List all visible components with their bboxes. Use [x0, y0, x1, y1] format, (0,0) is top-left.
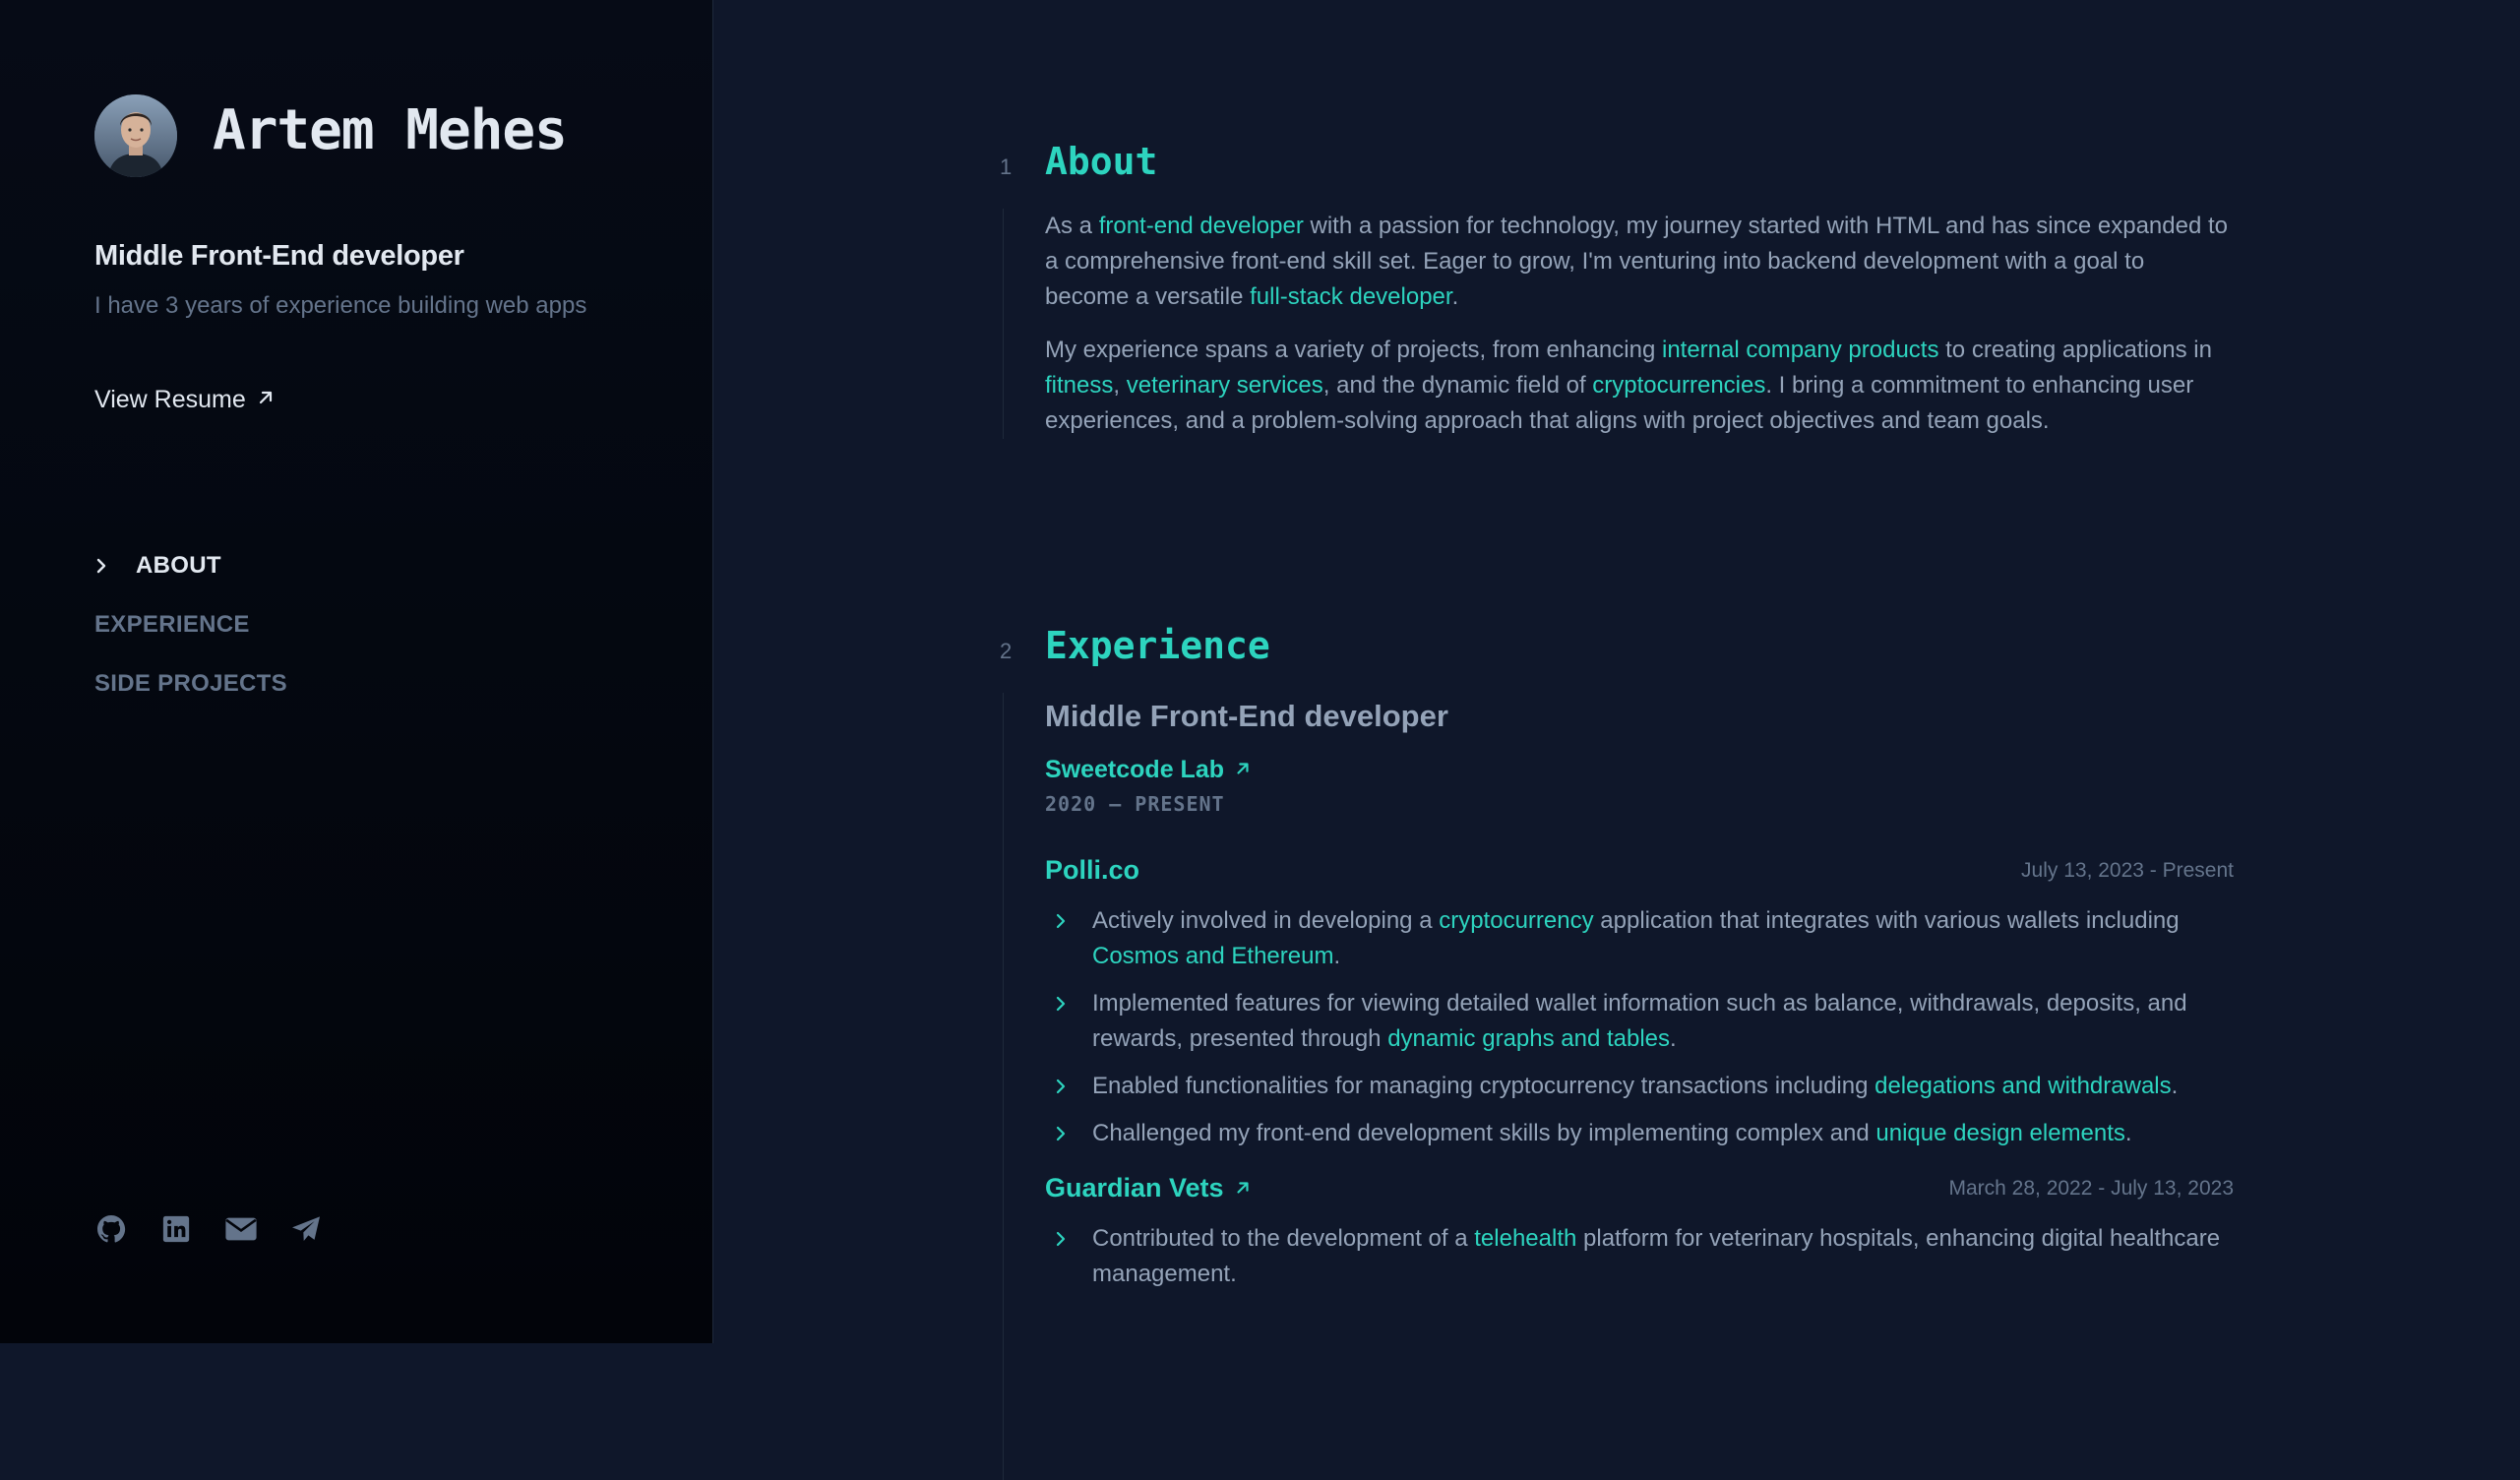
social-links [94, 1212, 323, 1246]
project-link[interactable]: Guardian Vets [1045, 1173, 1252, 1203]
text: Actively involved in developing a [1092, 907, 1440, 934]
arrow-up-right-icon [256, 386, 276, 414]
bullet-text: Enabled functionalities for managing cry… [1092, 1069, 2234, 1104]
text: to creating applications in [1938, 337, 2212, 363]
project-date: March 28, 2022 - July 13, 2023 [1948, 1176, 2234, 1200]
text: . [1451, 283, 1459, 310]
nav-item-label: EXPERIENCE [94, 611, 250, 638]
project-bullets: Actively involved in developing a crypto… [1045, 903, 2234, 1151]
nav-item-label: SIDE PROJECTS [94, 670, 287, 697]
bullet-text: Contributed to the development of a tele… [1092, 1221, 2234, 1292]
company-name: Sweetcode Lab [1045, 756, 1224, 783]
job-title: Middle Front-End developer [1045, 699, 1448, 733]
sidebar-tagline: I have 3 years of experience building we… [94, 292, 587, 319]
github-icon[interactable] [94, 1212, 128, 1246]
chevron-right-icon [94, 557, 114, 575]
highlight: fitness [1045, 372, 1114, 399]
highlight: cryptocurrencies [1592, 372, 1766, 399]
project-header: Polli.co July 13, 2023 - Present [1045, 855, 2234, 886]
chevron-right-icon [1045, 986, 1092, 1057]
project-name: Polli.co [1045, 855, 1140, 885]
experience-body: Middle Front-End developer Sweetcode Lab… [1003, 693, 2234, 1480]
section-number: 1 [1000, 154, 1013, 179]
project-bullets: Contributed to the development of a tele… [1045, 1221, 2234, 1292]
company-link[interactable]: Sweetcode Lab [1045, 756, 2234, 784]
highlight: dynamic graphs and tables [1387, 1025, 1671, 1052]
view-resume-label: View Resume [94, 386, 246, 413]
bullet-text: Implemented features for viewing detaile… [1092, 986, 2234, 1057]
telegram-icon[interactable] [289, 1212, 323, 1246]
sidebar-role: Middle Front-End developer [94, 240, 464, 272]
text: , and the dynamic field of [1322, 372, 1593, 399]
nav-item-about[interactable]: ABOUT [94, 536, 287, 595]
about-section: 1 About As a front-end developer with a … [1000, 140, 2234, 439]
chevron-right-icon [1045, 1221, 1092, 1292]
highlight: Cosmos and Ethereum [1092, 943, 1334, 969]
view-resume-link[interactable]: View Resume [94, 386, 276, 414]
text: . [1670, 1025, 1677, 1052]
list-item: Implemented features for viewing detaile… [1045, 986, 2234, 1057]
site-owner-name: Artem Mehes [213, 98, 568, 162]
text: , [1113, 372, 1127, 399]
project-name: Guardian Vets [1045, 1173, 1224, 1202]
avatar [94, 94, 177, 177]
arrow-up-right-icon [1234, 1173, 1252, 1203]
highlight: telehealth [1474, 1225, 1577, 1252]
bullet-text: Challenged my front-end development skil… [1092, 1116, 2234, 1151]
text: Challenged my front-end development skil… [1092, 1120, 1876, 1146]
chevron-right-icon [1045, 1069, 1092, 1104]
text: My experience spans a variety of project… [1045, 337, 1662, 363]
list-item: Contributed to the development of a tele… [1045, 1221, 2234, 1292]
about-body: As a front-end developer with a passion … [1003, 209, 2234, 439]
list-item: Enabled functionalities for managing cry… [1045, 1069, 2234, 1104]
section-nav: ABOUT EXPERIENCE SIDE PROJECTS [94, 536, 287, 713]
nav-item-side-projects[interactable]: SIDE PROJECTS [94, 654, 287, 713]
nav-item-experience[interactable]: EXPERIENCE [94, 595, 287, 654]
chevron-right-icon [1045, 903, 1092, 974]
highlight: full-stack developer [1250, 283, 1452, 310]
about-paragraph-1: As a front-end developer with a passion … [1045, 209, 2234, 315]
text: . [2171, 1073, 2179, 1099]
text: Contributed to the development of a [1092, 1225, 1475, 1252]
highlight: delegations and withdrawals [1875, 1073, 2172, 1099]
email-icon[interactable] [224, 1212, 258, 1246]
project-date: July 13, 2023 - Present [2021, 858, 2234, 882]
experience-heading: 2 Experience [1000, 624, 2234, 667]
list-item: Actively involved in developing a crypto… [1045, 903, 2234, 974]
bullet-text: Actively involved in developing a crypto… [1092, 903, 2234, 974]
text: application that integrates with various… [1593, 907, 2180, 934]
arrow-up-right-icon [1234, 756, 1252, 784]
section-title: Experience [1045, 624, 1270, 667]
text: . [2124, 1120, 2132, 1146]
project-header: Guardian Vets March 28, 2022 - July 13, … [1045, 1173, 2234, 1203]
linkedin-icon[interactable] [159, 1212, 193, 1246]
highlight: internal company products [1661, 337, 1939, 363]
section-number: 2 [1000, 639, 1013, 663]
list-item: Challenged my front-end development skil… [1045, 1116, 2234, 1151]
sidebar: Artem Mehes Middle Front-End developer I… [0, 0, 713, 1343]
text: . [1333, 943, 1341, 969]
text: As a [1045, 213, 1099, 239]
highlight: veterinary services [1126, 372, 1323, 399]
about-paragraph-2: My experience spans a variety of project… [1045, 333, 2234, 439]
highlight: unique design elements [1875, 1120, 2125, 1146]
job-period: 2020 — PRESENT [1045, 792, 1225, 816]
nav-item-label: ABOUT [136, 552, 221, 579]
chevron-right-icon [1045, 1116, 1092, 1151]
highlight: cryptocurrency [1439, 907, 1594, 934]
text: Enabled functionalities for managing cry… [1092, 1073, 1875, 1099]
experience-section: 2 Experience Middle Front-End developer … [1000, 624, 2234, 1480]
section-title: About [1045, 140, 1158, 183]
highlight: front-end developer [1098, 213, 1304, 239]
about-heading: 1 About [1000, 140, 2234, 183]
